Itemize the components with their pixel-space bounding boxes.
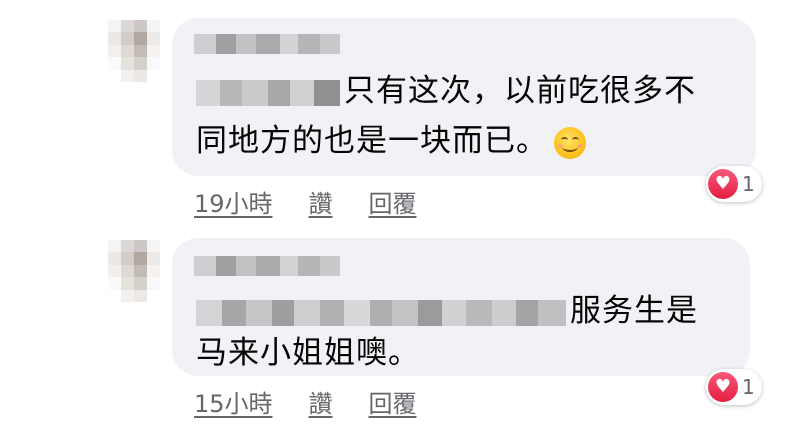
smiling-face-icon <box>554 126 586 159</box>
avatar[interactable] <box>108 20 160 82</box>
like-button[interactable]: 讚 <box>309 184 333 219</box>
reply-button[interactable]: 回覆 <box>369 184 417 219</box>
comment-text: 马来小姐姐噢。 <box>196 335 420 371</box>
reaction-badge[interactable]: ♥ 1 <box>706 166 762 202</box>
comment-text-line: 马来小姐姐噢。 <box>196 334 420 372</box>
comment-text-line: 只有这次，以前吃很多不 <box>196 72 696 110</box>
author-name[interactable] <box>194 256 340 276</box>
author-name[interactable] <box>194 34 340 54</box>
reaction-count: 1 <box>742 375 755 399</box>
comment-text: 只有这次，以前吃很多不 <box>344 73 696 109</box>
reaction-badge[interactable]: ♥ 1 <box>706 369 762 405</box>
redacted-text <box>196 299 566 326</box>
reply-button[interactable]: 回覆 <box>369 384 417 419</box>
like-button[interactable]: 讚 <box>309 384 333 419</box>
timestamp-link[interactable]: 19小時 <box>194 184 273 219</box>
comment-bubble: 只有这次，以前吃很多不 同地方的也是一块而已。 <box>172 18 756 176</box>
comment-actions: 19小時 讚 回覆 <box>194 184 417 219</box>
redacted-text <box>196 79 340 106</box>
heart-icon: ♥ <box>708 169 738 199</box>
avatar[interactable] <box>108 240 160 302</box>
timestamp-link[interactable]: 15小時 <box>194 384 273 419</box>
comment-bubble: 服务生是 马来小姐姐噢。 <box>172 238 750 376</box>
comment-actions: 15小時 讚 回覆 <box>194 384 417 419</box>
comment-text: 服务生是 <box>570 293 698 329</box>
comment-text-line: 同地方的也是一块而已。 <box>196 122 586 160</box>
reaction-count: 1 <box>742 172 755 196</box>
comment-text-line: 服务生是 <box>196 292 698 330</box>
heart-icon: ♥ <box>708 372 738 402</box>
comment-text: 同地方的也是一块而已。 <box>196 123 548 159</box>
